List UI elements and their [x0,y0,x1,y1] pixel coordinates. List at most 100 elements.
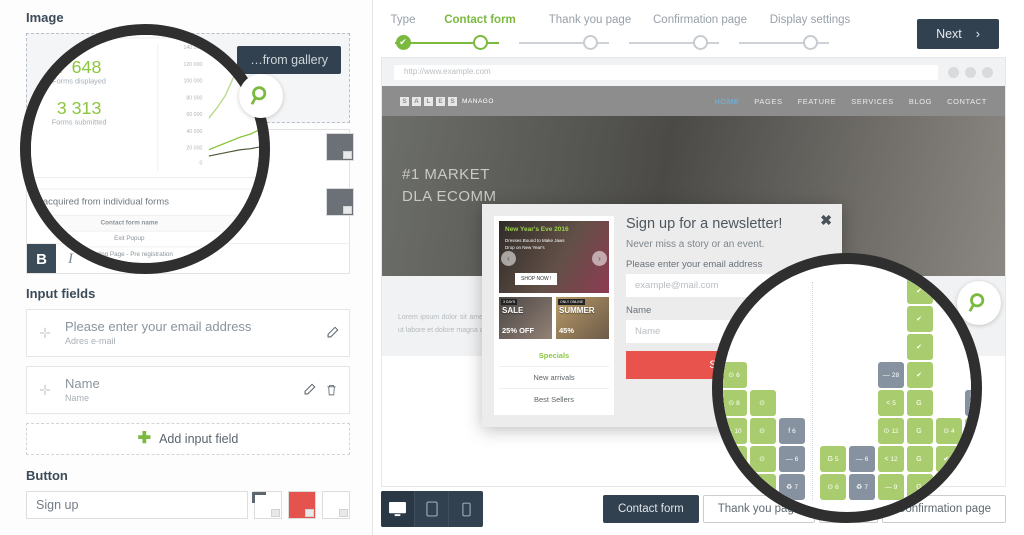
tile[interactable]: ⊙ [750,446,776,472]
tile[interactable]: G [907,474,933,500]
step-type[interactable]: Type ✔ [381,14,425,53]
mobile-icon[interactable] [449,491,483,527]
pencil-icon[interactable] [302,383,316,397]
tile[interactable]: ⊙ 12 [878,418,904,444]
site-menu-item-feature[interactable]: FEATURE [798,97,837,106]
tile[interactable]: —6 [779,446,805,472]
drag-handle-icon[interactable]: ✛ [37,325,53,342]
next-button[interactable]: Next › [917,19,999,49]
site-menu-item-pages[interactable]: PAGES [754,97,782,106]
promo-link-specials[interactable]: Specials [499,345,609,367]
tile[interactable]: f6 [779,418,805,444]
button-text-color-swatch[interactable] [322,491,350,519]
image-color-swatch-1[interactable] [326,133,354,161]
tile[interactable]: G [907,418,933,444]
promo-small-sale[interactable]: 3 DAYS SALE 25% OFF [499,297,552,339]
tile[interactable]: G [907,446,933,472]
stat-value-displayed: 7 648 [56,57,102,78]
tile[interactable]: ♻7 [779,474,805,500]
tile[interactable]: <12 [878,446,904,472]
tile-icon: ⊙ [728,484,735,491]
tile[interactable]: ⊙ 6 [820,474,846,500]
promo-small-summer[interactable]: ONLY ONLINE SUMMER 45% [556,297,609,339]
popup-promo-panel: New Year's Eve 2016 Dresses Bound to Mak… [494,216,614,415]
step-confirmation-page[interactable]: Confirmation page [645,14,755,53]
add-input-field-button[interactable]: ✚ Add input field [26,423,350,455]
logo-text: MANAGO [462,97,494,105]
tile[interactable]: ⊙ 9 [723,446,747,472]
browser-window-controls [948,66,993,78]
tile[interactable]: —6 [936,474,962,500]
site-menu-item-services[interactable]: SERVICES [851,97,894,106]
tile-icon: ✔ [916,316,922,323]
button-fill-color-swatch[interactable] [288,491,316,519]
button-label-input[interactable]: Sign up [26,491,248,519]
tile-icon: G [916,427,922,435]
tile[interactable]: ⊙ 8 [723,390,747,416]
stat-label-submitted: Forms submitted [51,119,107,127]
tile[interactable]: —28 [878,362,904,388]
tile[interactable]: ✔ [907,362,933,388]
magnifier-badge-left [239,74,283,118]
step-dot-icon [692,34,708,50]
drag-handle-icon[interactable]: ✛ [37,382,53,399]
tile[interactable]: ✈ 10 [723,418,747,444]
promo-link-new-arrivals[interactable]: New arrivals [499,367,609,389]
tile[interactable]: ✔ [907,278,933,304]
tile[interactable]: —6 [849,446,875,472]
tile[interactable]: ⊙ [750,474,776,500]
tile[interactable]: ✔ [907,334,933,360]
magnifier-icon [250,86,267,105]
tile[interactable]: ✔ [907,306,933,332]
tile-icon: f [788,427,791,435]
tablet-icon[interactable] [415,491,449,527]
step-dot-icon [802,34,818,50]
pencil-icon[interactable] [325,326,339,340]
promo-subtitle: Dresses Bound to Make Jaws Drop on New Y… [505,238,565,250]
tile[interactable]: G [907,390,933,416]
tile[interactable]: <5 [878,390,904,416]
site-menu-item-contact[interactable]: CONTACT [947,97,987,106]
close-icon[interactable]: ✖ [820,212,832,229]
tile[interactable]: f6 [965,390,971,416]
field-sublabel: Adres e-mail [65,336,116,347]
tile[interactable]: G5 [820,446,846,472]
step-contact-form[interactable]: Contact form [425,14,535,53]
browser-chrome: http://www.example.com [382,58,1005,86]
carousel-prev-icon[interactable]: ‹ [501,251,516,266]
step-thank-you-page[interactable]: Thank you page [535,14,645,53]
tile[interactable]: ⊙ 4 [936,418,962,444]
step-label: Type [390,14,416,26]
promo-small-row: 3 DAYS SALE 25% OFF ONLY ONLINE SUMMER 4… [499,297,609,339]
desktop-icon[interactable] [381,491,415,527]
logo-letter: S [400,96,409,106]
site-logo: S A L E S MANAGO [400,96,494,106]
tile-icon: ⊙ [759,400,765,407]
swatch-caret-icon [305,509,314,517]
input-field-row-name[interactable]: ✛ Name Name [26,366,350,414]
logo-letter: S [448,96,457,106]
tile[interactable]: ⊙ [750,390,776,416]
border-radius-button[interactable] [254,491,282,519]
trash-icon[interactable] [325,383,339,397]
column-header[interactable]: Contact form name [31,220,259,226]
tile-value: 6 [736,371,740,379]
tile[interactable]: ⊙ [750,418,776,444]
tile[interactable]: ⊙ 6 [723,362,747,388]
tile[interactable]: ♻7 [849,474,875,500]
url-input[interactable]: http://www.example.com [394,64,938,80]
input-field-row-email[interactable]: ✛ Please enter your email address Adres … [26,309,350,357]
tile[interactable]: —9 [878,474,904,500]
tile[interactable]: ✔ 5 [936,446,962,472]
carousel-next-icon[interactable]: › [592,251,607,266]
shop-now-button[interactable]: SHOP NOW ! [515,273,558,285]
image-color-swatch-2[interactable] [326,188,354,216]
site-menu-item-blog[interactable]: BLOG [909,97,932,106]
tab-contact-form[interactable]: Contact form [602,495,699,523]
step-display-settings[interactable]: Display settings [755,14,865,53]
tile[interactable]: ⊙ 7 [723,474,747,500]
tile-icon: ⊙ [759,428,765,435]
promo-link-best-sellers[interactable]: Best Sellers [499,389,609,410]
magnified-dashboard: 7 648 Forms displayed 3 313 Forms submit… [31,35,259,263]
site-menu-item-home[interactable]: HOME [714,97,739,106]
